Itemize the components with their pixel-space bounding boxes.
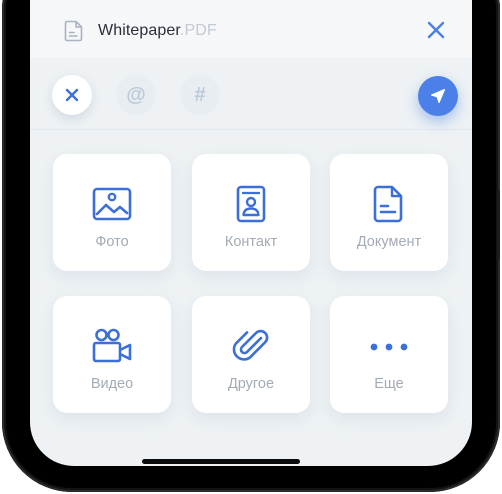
document-icon xyxy=(64,20,83,42)
hashtag-button[interactable]: # xyxy=(180,75,220,115)
mention-button[interactable]: @ xyxy=(116,75,156,115)
tile-label: Документ xyxy=(356,234,422,250)
tile-photo[interactable]: Фото xyxy=(53,154,171,271)
close-icon xyxy=(65,88,79,102)
tile-label: Фото xyxy=(95,234,129,250)
tile-label: Контакт xyxy=(224,234,278,250)
tile-label: Видео xyxy=(90,376,134,392)
attachment-sheet: Whitepaper.PDF @ # Фото Контакт Документ… xyxy=(30,0,472,466)
tile-label: Еще xyxy=(374,376,404,392)
contact-icon xyxy=(236,185,266,223)
photo-icon xyxy=(92,187,132,221)
close-icon[interactable] xyxy=(426,20,446,40)
tile-document[interactable]: Документ xyxy=(330,154,448,271)
document-icon xyxy=(373,185,403,223)
at-sign-icon: @ xyxy=(126,83,146,106)
send-button[interactable] xyxy=(418,76,458,116)
video-camera-icon xyxy=(92,328,132,363)
tile-other[interactable]: Другое xyxy=(192,296,310,413)
file-name-text: Whitepaper xyxy=(98,22,180,39)
send-arrow-icon xyxy=(430,88,446,104)
compose-toolbar: @ # xyxy=(30,58,472,130)
attached-file-bar: Whitepaper.PDF xyxy=(30,0,472,58)
side-button xyxy=(497,190,500,260)
tile-contact[interactable]: Контакт xyxy=(192,154,310,271)
attached-file-name: Whitepaper.PDF xyxy=(98,22,217,40)
file-extension: .PDF xyxy=(179,22,217,39)
tile-video[interactable]: Видео xyxy=(53,296,171,413)
tile-label: Другое xyxy=(227,376,275,392)
tile-more[interactable]: Еще xyxy=(330,296,448,413)
paperclip-icon xyxy=(232,329,269,361)
close-button[interactable] xyxy=(52,75,92,115)
more-dots-icon xyxy=(370,343,408,351)
home-indicator[interactable] xyxy=(142,459,300,464)
hashtag-icon: # xyxy=(194,83,206,106)
